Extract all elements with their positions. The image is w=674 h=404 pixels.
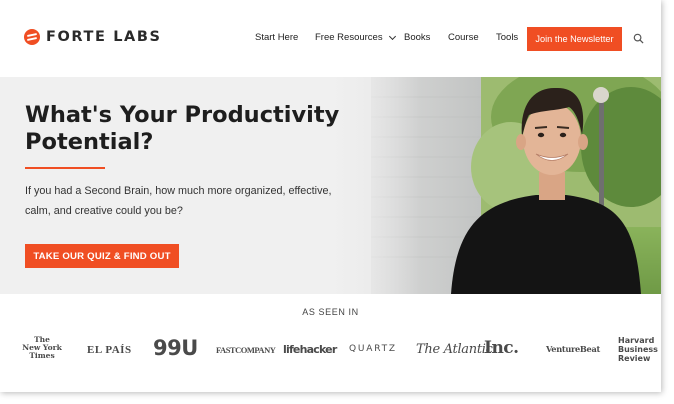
search-icon[interactable] (633, 33, 644, 44)
hbr-logo: Harvard Business Review (618, 336, 658, 363)
hero-divider (25, 167, 105, 169)
el-pais-logo: EL PAÍS (87, 344, 132, 356)
nyt-logo-line: Times (29, 351, 55, 360)
inc-logo: Inc. (484, 338, 519, 358)
nav-start-here[interactable]: Start Here (255, 32, 298, 43)
press-logos: The New York Times EL PAÍS 99U FASTCOMPA… (0, 336, 661, 370)
hbr-logo-line: Business (618, 345, 658, 354)
main-nav: Start Here Free Resources Books Course T… (0, 27, 661, 51)
lifehacker-logo: lifehacker (283, 343, 337, 356)
take-quiz-button[interactable]: TAKE OUR QUIZ & FIND OUT (25, 244, 179, 268)
nav-tools[interactable]: Tools (496, 32, 518, 43)
as-seen-in-label: AS SEEN IN (302, 307, 359, 317)
as-seen-in-section: AS SEEN IN The New York Times EL PAÍS 99… (0, 294, 661, 392)
page-frame: FORTE LABS Start Here Free Resources Boo… (0, 0, 661, 392)
nav-course[interactable]: Course (448, 32, 479, 43)
99u-logo: 99U (153, 336, 198, 360)
chevron-down-icon (388, 32, 396, 40)
join-newsletter-button[interactable]: Join the Newsletter (527, 27, 622, 51)
nav-books[interactable]: Books (404, 32, 430, 43)
hbr-logo-line: Review (618, 354, 651, 363)
site-header: FORTE LABS Start Here Free Resources Boo… (0, 0, 661, 77)
nyt-logo: The New York Times (22, 336, 62, 360)
hero-section: What's Your Productivity Potential? If y… (0, 77, 661, 294)
quartz-logo: QUARTZ (349, 344, 397, 354)
nav-free-resources-label: Free Resources (315, 32, 383, 43)
atlantic-logo: The Atlantic (416, 342, 493, 357)
nav-free-resources[interactable]: Free Resources (315, 32, 396, 43)
hbr-logo-line: Harvard (618, 336, 655, 345)
fast-company-logo: FASTCOMPANY (216, 345, 276, 355)
hero-title: What's Your Productivity Potential? (25, 102, 340, 155)
venturebeat-logo: VentureBeat (546, 344, 600, 354)
hero-subtitle: If you had a Second Brain, how much more… (25, 185, 332, 217)
